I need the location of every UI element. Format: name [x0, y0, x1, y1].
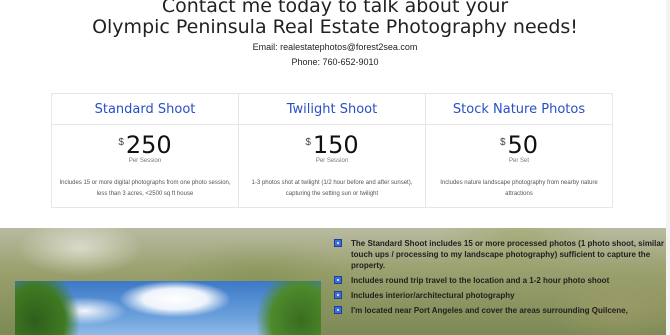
- list-item: The Standard Shoot includes 15 or more p…: [334, 238, 664, 271]
- price: $250: [52, 131, 238, 159]
- tree-left: [15, 281, 105, 335]
- phone-text: Phone: 760-652-9010: [291, 57, 379, 67]
- price-period: Per Session: [315, 158, 349, 164]
- pricing-description: Includes 15 or more digital photographs …: [59, 180, 231, 197]
- list-item-text: Includes interior/architectural photogra…: [351, 291, 515, 300]
- headline-line-1: Contact me today to talk about your: [161, 0, 509, 17]
- currency-symbol: $: [305, 137, 311, 148]
- currency-symbol: $: [118, 137, 124, 148]
- price: $50: [426, 131, 612, 159]
- price-period: Per Set: [508, 158, 529, 164]
- headline-line-2: Olympic Peninsula Real Estate Photograph…: [92, 16, 578, 38]
- email-text: Email: realestatephotos@forest2sea.com: [252, 42, 418, 52]
- price-amount: 50: [507, 131, 539, 159]
- list-item: I'm located near Port Angeles and cover …: [334, 305, 664, 316]
- list-item: Includes round trip travel to the locati…: [334, 275, 664, 286]
- price-period: Per Session: [128, 158, 162, 164]
- list-item-text: I'm located near Port Angeles and cover …: [351, 306, 628, 315]
- pricing-card-title: Standard Shoot: [52, 94, 238, 125]
- pricing-card-title: Stock Nature Photos: [426, 94, 612, 125]
- scrollbar[interactable]: [666, 0, 670, 335]
- features-list: The Standard Shoot includes 15 or more p…: [334, 238, 664, 320]
- pricing-description: Includes nature landscape photography fr…: [440, 180, 598, 197]
- pricing-table: Standard Shoot $250 Per Session Includes…: [51, 93, 613, 208]
- price: $150: [239, 131, 425, 159]
- tree-right: [231, 281, 321, 335]
- bullet-icon: [334, 306, 342, 314]
- list-item-text: The Standard Shoot includes 15 or more p…: [351, 239, 664, 270]
- bullet-icon: [334, 291, 342, 299]
- list-item-text: Includes round trip travel to the locati…: [351, 276, 610, 285]
- bullet-icon: [334, 276, 342, 284]
- list-item: Includes interior/architectural photogra…: [334, 290, 664, 301]
- pricing-description: 1-3 photos shot at twilight (1/2 hour be…: [251, 180, 413, 197]
- contact-section: Contact me today to talk about your Olym…: [0, 0, 670, 228]
- price-amount: 150: [312, 131, 359, 159]
- currency-symbol: $: [499, 137, 506, 148]
- pricing-card-twilight: Twilight Shoot $150 Per Session 1-3 phot…: [239, 94, 426, 207]
- pricing-card-title: Twilight Shoot: [239, 94, 425, 125]
- sky-trees-photo: [15, 281, 321, 335]
- price-amount: 250: [125, 131, 172, 159]
- bullet-icon: [334, 239, 342, 247]
- pricing-card-stock-nature: Stock Nature Photos $50 Per Set Includes…: [426, 94, 612, 207]
- pricing-card-standard: Standard Shoot $250 Per Session Includes…: [52, 94, 239, 207]
